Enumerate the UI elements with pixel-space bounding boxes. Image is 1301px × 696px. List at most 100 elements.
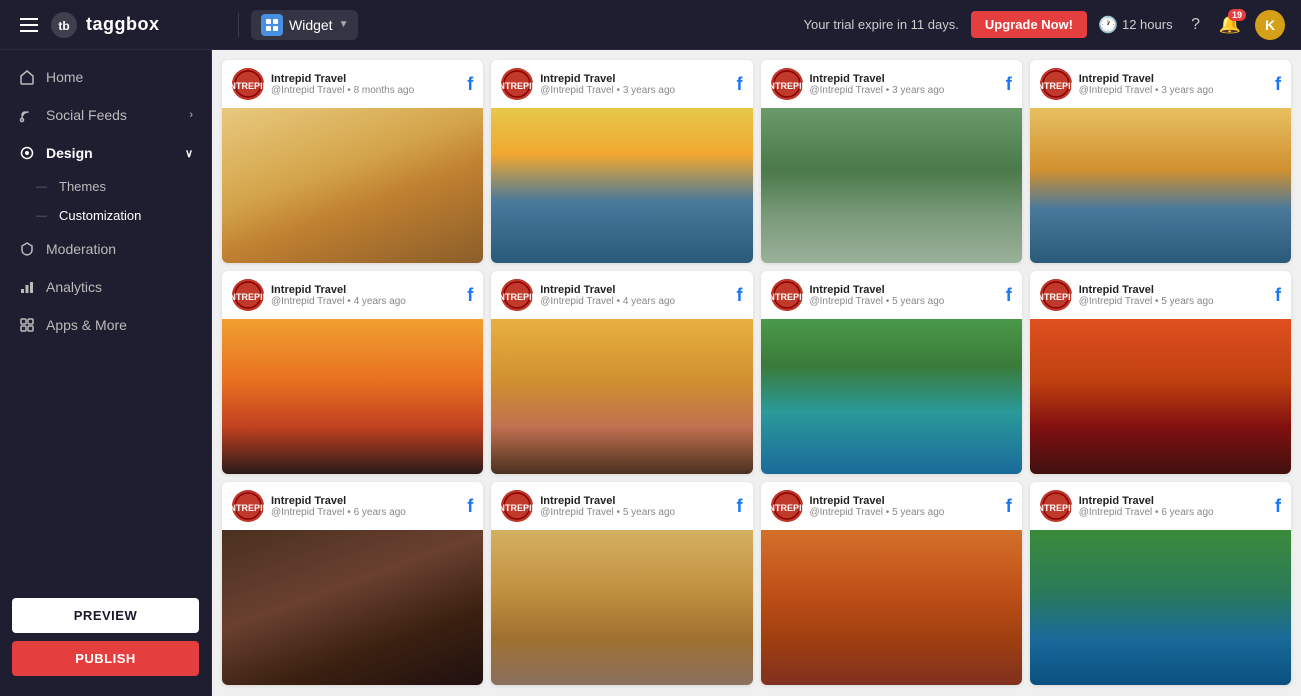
facebook-icon: f: [467, 285, 473, 306]
avatar: INTREPID: [771, 68, 803, 100]
sidebar-item-design[interactable]: Design ∨: [0, 134, 211, 172]
svg-text:INTREPID: INTREPID: [501, 81, 533, 91]
facebook-icon: f: [737, 74, 743, 95]
card-user: INTREPID Intrepid Travel @Intrepid Trave…: [771, 68, 945, 100]
card-info: Intrepid Travel @Intrepid Travel • 3 yea…: [1079, 73, 1214, 96]
post-meta: @Intrepid Travel • 8 months ago: [271, 85, 414, 96]
content-area[interactable]: INTREPID Intrepid Travel @Intrepid Trave…: [212, 50, 1301, 696]
post-card[interactable]: INTREPID Intrepid Travel @Intrepid Trave…: [1030, 60, 1291, 263]
sidebar-label-design: Design: [46, 145, 93, 161]
topbar-actions: 🕐 12 hours ? 🔔 19 K: [1099, 10, 1285, 40]
post-author-name: Intrepid Travel: [271, 73, 414, 85]
card-info: Intrepid Travel @Intrepid Travel • 5 yea…: [540, 495, 675, 518]
sidebar-bottom: PREVIEW PUBLISH: [0, 586, 211, 688]
post-author-name: Intrepid Travel: [271, 284, 406, 296]
card-user: INTREPID Intrepid Travel @Intrepid Trave…: [501, 68, 675, 100]
card-info: Intrepid Travel @Intrepid Travel • 4 yea…: [271, 284, 406, 307]
facebook-icon: f: [1006, 496, 1012, 517]
post-meta: @Intrepid Travel • 5 years ago: [810, 507, 945, 518]
post-image: [761, 319, 1022, 474]
notifications-button[interactable]: 🔔 19: [1219, 14, 1241, 35]
card-info: Intrepid Travel @Intrepid Travel • 5 yea…: [1079, 284, 1214, 307]
post-image: [761, 108, 1022, 263]
post-card[interactable]: INTREPID Intrepid Travel @Intrepid Trave…: [491, 60, 752, 263]
preview-button[interactable]: PREVIEW: [12, 598, 199, 633]
svg-text:INTREPID: INTREPID: [501, 503, 533, 513]
post-author-name: Intrepid Travel: [810, 284, 945, 296]
card-info: Intrepid Travel @Intrepid Travel • 3 yea…: [810, 73, 945, 96]
post-image: [491, 319, 752, 474]
post-card[interactable]: INTREPID Intrepid Travel @Intrepid Trave…: [761, 271, 1022, 474]
post-meta: @Intrepid Travel • 5 years ago: [1079, 296, 1214, 307]
card-user: INTREPID Intrepid Travel @Intrepid Trave…: [1040, 279, 1214, 311]
svg-text:tb: tb: [58, 19, 69, 33]
post-meta: @Intrepid Travel • 4 years ago: [540, 296, 675, 307]
post-card[interactable]: INTREPID Intrepid Travel @Intrepid Trave…: [1030, 271, 1291, 474]
hours-label: 12 hours: [1122, 17, 1173, 32]
card-info: Intrepid Travel @Intrepid Travel • 5 yea…: [810, 284, 945, 307]
notification-badge: 19: [1228, 9, 1246, 21]
svg-text:INTREPID: INTREPID: [771, 503, 803, 513]
trial-text: Your trial expire in 11 days.: [803, 17, 958, 32]
facebook-icon: f: [737, 496, 743, 517]
sidebar-label-analytics: Analytics: [46, 279, 102, 295]
sidebar-item-home[interactable]: Home: [0, 58, 211, 96]
post-meta: @Intrepid Travel • 3 years ago: [1079, 85, 1214, 96]
sidebar-label-home: Home: [46, 69, 83, 85]
card-user: INTREPID Intrepid Travel @Intrepid Trave…: [1040, 490, 1214, 522]
sidebar-item-analytics[interactable]: Analytics: [0, 268, 211, 306]
post-card[interactable]: INTREPID Intrepid Travel @Intrepid Trave…: [1030, 482, 1291, 685]
avatar: INTREPID: [1040, 279, 1072, 311]
card-user: INTREPID Intrepid Travel @Intrepid Trave…: [232, 279, 406, 311]
help-icon[interactable]: ?: [1187, 16, 1205, 34]
sidebar-item-social-feeds[interactable]: Social Feeds ›: [0, 96, 211, 134]
sidebar-item-apps-more[interactable]: Apps & More: [0, 306, 211, 344]
post-card[interactable]: INTREPID Intrepid Travel @Intrepid Trave…: [222, 271, 483, 474]
post-image: [491, 108, 752, 263]
card-info: Intrepid Travel @Intrepid Travel • 3 yea…: [540, 73, 675, 96]
card-header: INTREPID Intrepid Travel @Intrepid Trave…: [1030, 482, 1291, 530]
user-avatar[interactable]: K: [1255, 10, 1285, 40]
post-meta: @Intrepid Travel • 6 years ago: [271, 507, 406, 518]
post-author-name: Intrepid Travel: [1079, 284, 1214, 296]
social-feeds-icon: [18, 106, 36, 124]
widget-selector[interactable]: Widget ▼: [251, 10, 358, 40]
upgrade-button[interactable]: Upgrade Now!: [971, 11, 1087, 38]
post-card[interactable]: INTREPID Intrepid Travel @Intrepid Trave…: [491, 482, 752, 685]
analytics-icon: [18, 278, 36, 296]
facebook-icon: f: [1275, 74, 1281, 95]
card-info: Intrepid Travel @Intrepid Travel • 5 yea…: [810, 495, 945, 518]
avatar: INTREPID: [232, 490, 264, 522]
card-user: INTREPID Intrepid Travel @Intrepid Trave…: [232, 490, 406, 522]
svg-text:INTREPID: INTREPID: [771, 292, 803, 302]
topbar: tb taggbox Widget ▼ Your trial expire in…: [0, 0, 1301, 50]
svg-text:INTREPID: INTREPID: [1040, 292, 1072, 302]
clock-widget: 🕐 12 hours: [1099, 16, 1173, 34]
main-layout: Home Social Feeds › Design ∨ Themes Cust…: [0, 50, 1301, 696]
post-author-name: Intrepid Travel: [810, 73, 945, 85]
card-user: INTREPID Intrepid Travel @Intrepid Trave…: [232, 68, 414, 100]
post-meta: @Intrepid Travel • 6 years ago: [1079, 507, 1214, 518]
post-card[interactable]: INTREPID Intrepid Travel @Intrepid Trave…: [222, 60, 483, 263]
design-arrow: ∨: [185, 147, 193, 160]
hamburger-menu[interactable]: [16, 14, 42, 36]
post-card[interactable]: INTREPID Intrepid Travel @Intrepid Trave…: [761, 482, 1022, 685]
post-card[interactable]: INTREPID Intrepid Travel @Intrepid Trave…: [222, 482, 483, 685]
post-author-name: Intrepid Travel: [1079, 495, 1214, 507]
sidebar-sub-customization[interactable]: Customization: [36, 201, 211, 230]
svg-text:INTREPID: INTREPID: [232, 503, 264, 513]
widget-icon: [261, 14, 283, 36]
chevron-down-icon: ▼: [339, 19, 349, 30]
design-icon: [18, 144, 36, 162]
sidebar-item-moderation[interactable]: Moderation: [0, 230, 211, 268]
sidebar-sub-themes[interactable]: Themes: [36, 172, 211, 201]
publish-button[interactable]: PUBLISH: [12, 641, 199, 676]
avatar: INTREPID: [501, 490, 533, 522]
post-card[interactable]: INTREPID Intrepid Travel @Intrepid Trave…: [491, 271, 752, 474]
svg-text:INTREPID: INTREPID: [1040, 503, 1072, 513]
card-info: Intrepid Travel @Intrepid Travel • 8 mon…: [271, 73, 414, 96]
widget-label: Widget: [289, 17, 333, 33]
post-card[interactable]: INTREPID Intrepid Travel @Intrepid Trave…: [761, 60, 1022, 263]
post-author-name: Intrepid Travel: [540, 495, 675, 507]
card-info: Intrepid Travel @Intrepid Travel • 6 yea…: [1079, 495, 1214, 518]
